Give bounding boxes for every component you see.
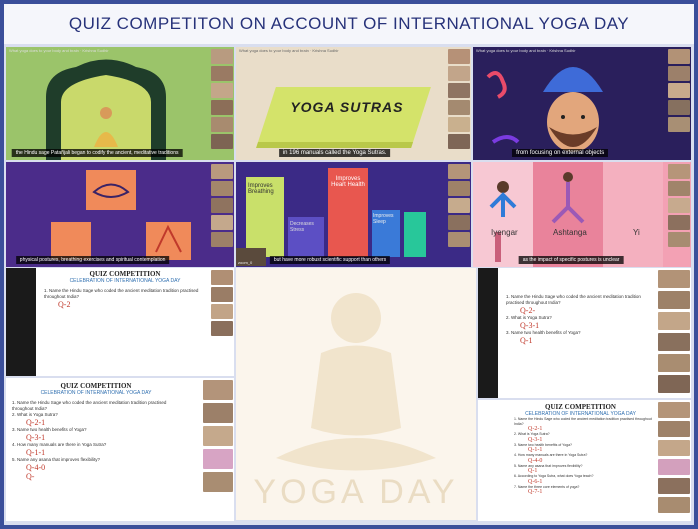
quiz-heading: QUIZ COMPETITION xyxy=(89,270,161,278)
page-title: QUIZ COMPETITON ON ACCOUNT OF INTERNATIO… xyxy=(68,14,630,33)
video-caption: from focusing on external objects xyxy=(512,149,609,157)
book-stack: YOGA SUTRAS xyxy=(256,87,431,148)
participant-tile[interactable]: zoom_0 xyxy=(236,248,266,266)
video-caption: the Hindu sage Patañjali began to codify… xyxy=(11,149,183,157)
bar-decreases-stress: Decreases Stress xyxy=(288,217,324,257)
bar-label: Improves Heart Health xyxy=(331,176,365,188)
quiz-answer: Q-3-1 xyxy=(520,321,540,330)
bar-label: Improves Breathing xyxy=(248,183,274,195)
quiz-answer: Q-1 xyxy=(520,336,533,345)
quiz-subheading: CELEBRATION OF INTERNATIONAL YOGA DAY xyxy=(69,278,181,284)
bar-improves-breathing: Improves Breathing xyxy=(246,177,284,257)
participant-thumbnails xyxy=(211,270,233,336)
video-caption: in 196 manuals called the Yoga Sutras. xyxy=(278,149,391,157)
video-tile-yoga-sutras[interactable]: What yoga does to your body and brain · … xyxy=(236,47,471,160)
postures-illustration xyxy=(51,170,191,260)
quiz-answer: Q-4-0 xyxy=(26,463,46,472)
video-caption: as the impact of specific postures is un… xyxy=(518,256,624,264)
video-caption: but have more robust scientific support … xyxy=(269,256,391,264)
participant-thumbnails xyxy=(211,164,233,247)
poses-illustration xyxy=(473,162,663,267)
participant-thumbnails xyxy=(668,164,690,247)
pose-label-ashtanga: Ashtanga xyxy=(553,228,587,237)
quiz-sheet-big-left: QUIZ COMPETITION CELEBRATION OF INTERNAT… xyxy=(6,378,234,521)
video-tile-poses[interactable]: Iyengar Ashtanga Yi as the impact of spe… xyxy=(473,162,691,267)
video-tile-benefits[interactable]: Improves Breathing Decreases Stress Impr… xyxy=(236,162,471,267)
sage-illustration xyxy=(46,59,166,160)
participant-thumbnails xyxy=(658,270,690,393)
pose-label-iyengar: Iyengar xyxy=(491,228,518,237)
bar-improves-sleep: Improves Sleep xyxy=(372,210,400,257)
bar-improves-heart-health: Improves Heart Health xyxy=(328,168,368,257)
participant-thumbnails xyxy=(203,380,233,492)
quiz-question: 1. Name the Hindu Sage who coded the anc… xyxy=(506,294,641,305)
quiz-question: 1. Name the Hindu Sage who coded the anc… xyxy=(514,417,652,426)
quiz-sheet-small-left: QUIZ COMPETITION CELEBRATION OF INTERNAT… xyxy=(6,268,234,376)
face-illustration xyxy=(486,67,603,152)
quiz-question: 1. Name the Hindu Sage who coded the anc… xyxy=(12,400,167,411)
video-title: What yoga does to your body and brain · … xyxy=(239,48,339,53)
participant-thumbnails xyxy=(448,164,470,247)
quiz-subheading: CELEBRATION OF INTERNATIONAL YOGA DAY xyxy=(40,390,152,396)
pose-label-yi: Yi xyxy=(633,228,640,237)
participant-thumbnails xyxy=(668,49,690,132)
bar-label: Decreases Stress xyxy=(290,221,314,233)
quiz-question: 1. Name the Hindu Sage who coded the anc… xyxy=(44,288,199,299)
quiz-answer: Q-7-1 xyxy=(528,489,543,495)
quiz-heading: QUIZ COMPETITION xyxy=(545,403,616,411)
participant-thumbnails xyxy=(211,49,233,149)
title-bar: QUIZ COMPETITON ON ACCOUNT OF INTERNATIO… xyxy=(4,4,694,44)
quiz-answer: Q-2- xyxy=(520,306,536,315)
video-caption: physical postures, breathing exercises a… xyxy=(15,256,170,264)
video-tile-sage[interactable]: What yoga does to your body and brain · … xyxy=(6,47,234,160)
quiz-answer: Q-3-1 xyxy=(26,433,46,442)
video-tile-postures[interactable]: physical postures, breathing exercises a… xyxy=(6,162,234,267)
quiz-sheet-small-right: 1. Name the Hindu Sage who coded the anc… xyxy=(478,268,691,398)
participant-thumbnails xyxy=(448,49,470,149)
quiz-heading: QUIZ COMPETITION xyxy=(60,382,132,390)
book-label: YOGA SUTRAS xyxy=(290,99,404,115)
quiz-sheet-big-right: QUIZ COMPETITION CELEBRATION OF INTERNAT… xyxy=(478,400,691,521)
watermark-text: YOGA DAY xyxy=(253,473,459,511)
quiz-answer: Q-2 xyxy=(58,300,71,309)
bar-label: Improves Sleep xyxy=(373,213,394,225)
quiz-answer: Q- xyxy=(26,472,35,481)
bar-extra xyxy=(404,212,426,257)
quiz-answer: Q-2-1 xyxy=(26,418,46,427)
quiz-answer: Q-1-1 xyxy=(26,448,46,457)
video-tile-face[interactable]: What yoga does to your body and brain · … xyxy=(473,47,691,160)
yoga-day-watermark-panel: YOGA DAY xyxy=(236,268,476,520)
participant-name: zoom_0 xyxy=(238,260,253,265)
participant-thumbnails xyxy=(658,402,690,513)
